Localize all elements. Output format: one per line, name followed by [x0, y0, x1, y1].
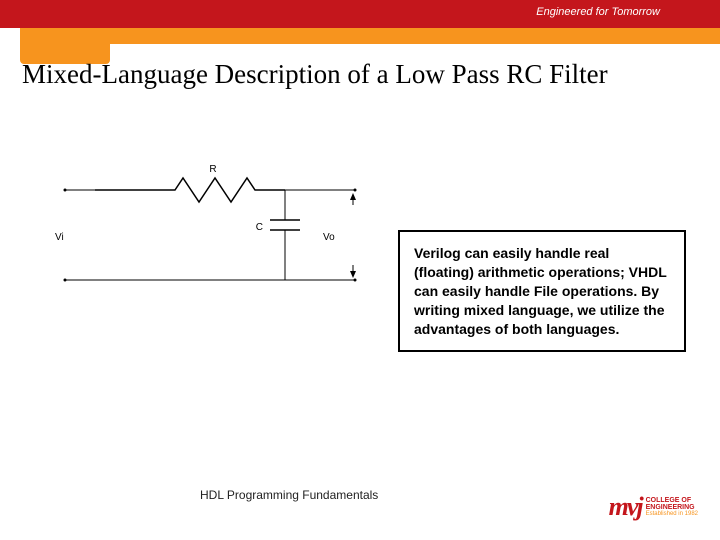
callout-text: Verilog can easily handle real (floating… [414, 245, 667, 337]
mvj-logo: mvj COLLEGE OF ENGINEERING Established i… [609, 492, 698, 522]
callout-box: Verilog can easily handle real (floating… [398, 230, 686, 352]
orange-accent-bar [40, 28, 720, 44]
c-label: C [256, 222, 263, 233]
r-label: R [209, 164, 216, 175]
page-title: Mixed-Language Description of a Low Pass… [22, 58, 690, 90]
header-tagline: Engineered for Tomorrow [536, 6, 660, 18]
logo-line1: COLLEGE OF [646, 497, 698, 504]
logo-established: Established in 1982 [646, 511, 698, 517]
footer-text: HDL Programming Fundamentals [200, 488, 378, 502]
logo-line2: ENGINEERING [646, 504, 698, 511]
vin-label: Vi [55, 232, 64, 243]
vout-label: Vo [323, 232, 335, 243]
rc-circuit-diagram: Vi R C Vo [55, 160, 375, 300]
logo-mark: mvj [609, 492, 642, 522]
